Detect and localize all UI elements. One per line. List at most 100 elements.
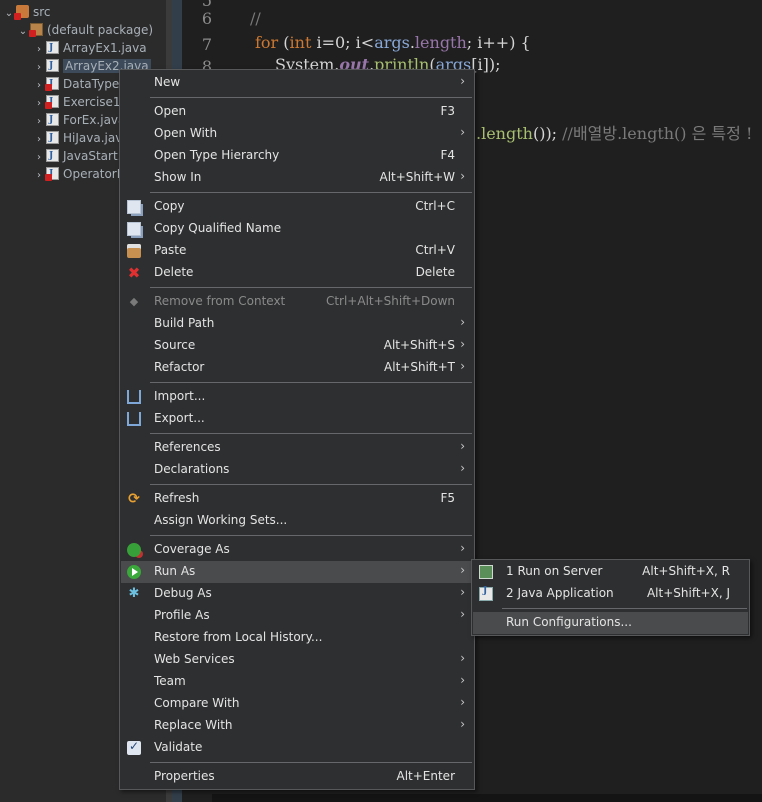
menu-item-shortcut: F3 — [440, 104, 455, 118]
menu-item-shortcut: Delete — [415, 265, 455, 279]
submenu-arrow-icon: › — [460, 717, 465, 731]
tree-item-javastart[interactable]: ›JavaStart. — [32, 147, 121, 165]
menu-item-shortcut: Ctrl+V — [415, 243, 455, 257]
code-field: length — [414, 33, 467, 52]
editor-horizontal-scrollbar[interactable] — [212, 794, 762, 802]
menu-item-new[interactable]: New › — [121, 72, 473, 94]
submenu-arrow-icon: › — [460, 673, 465, 687]
menu-item-export[interactable]: Export... — [121, 408, 473, 430]
menu-item-import[interactable]: Import... — [121, 386, 473, 408]
copy-icon — [127, 200, 141, 214]
tree-item-operatorex[interactable]: › OperatorE — [32, 165, 124, 183]
tree-item-label: HiJava.jav — [63, 131, 123, 145]
menu-item-references[interactable]: References › — [121, 437, 473, 459]
menu-item-refactor[interactable]: Refactor Alt+Shift+T › — [121, 357, 473, 379]
menu-item-assign-working-sets[interactable]: Assign Working Sets... — [121, 510, 473, 532]
submenu-item-run-on-server[interactable]: 1 Run on Server Alt+Shift+X, R — [473, 561, 748, 583]
submenu-arrow-icon: › — [460, 585, 465, 599]
tree-item-hijava[interactable]: ›HiJava.jav — [32, 129, 122, 147]
submenu-arrow-icon: › — [460, 169, 465, 183]
menu-item-compare-with[interactable]: Compare With › — [121, 693, 473, 715]
tree-item-label: src — [33, 5, 51, 19]
menu-item-label: 2 Java Application — [506, 586, 614, 600]
menu-item-open-with[interactable]: Open With › — [121, 123, 473, 145]
java-file-icon — [45, 165, 59, 183]
menu-item-shortcut: Alt+Shift+X, J — [646, 586, 730, 600]
code-method: .length — [476, 124, 533, 143]
tree-item-datatype[interactable]: ›DataType — [32, 75, 119, 93]
menu-item-coverage-as[interactable]: Coverage As › — [121, 539, 473, 561]
tree-item-label: ArrayEx1.java — [63, 41, 147, 55]
menu-item-declarations[interactable]: Declarations › — [121, 459, 473, 481]
menu-item-open[interactable]: Open F3 — [121, 101, 473, 123]
menu-item-label: Source — [154, 338, 196, 352]
menu-item-source[interactable]: Source Alt+Shift+S › — [121, 335, 473, 357]
debug-icon: ✱ — [128, 586, 140, 601]
code-text: i=0; i< — [311, 33, 375, 52]
menu-item-shortcut: Ctrl+Alt+Shift+Down — [325, 294, 455, 308]
menu-item-copy-qualified-name[interactable]: Copy Qualified Name — [121, 218, 473, 240]
tree-item-exercise1[interactable]: ›Exercise1. — [32, 93, 124, 111]
tree-item-forex[interactable]: ›ForEx.java — [32, 111, 125, 129]
java-file-icon — [45, 93, 59, 111]
submenu-arrow-icon: › — [460, 695, 465, 709]
menu-item-show-in[interactable]: Show In Alt+Shift+W › — [121, 167, 473, 189]
menu-item-label: Build Path — [154, 316, 215, 330]
menu-item-shortcut: Alt+Shift+W — [379, 170, 456, 184]
menu-item-label: 1 Run on Server — [506, 564, 603, 578]
menu-item-profile-as[interactable]: Profile As › — [121, 605, 473, 627]
code-text: ; i++) { — [466, 33, 531, 52]
submenu-arrow-icon: › — [460, 315, 465, 329]
menu-item-label: Profile As — [154, 608, 210, 622]
menu-item-shortcut: Alt+Shift+X, R — [642, 564, 730, 578]
submenu-item-java-application[interactable]: 2 Java Application Alt+Shift+X, J — [473, 583, 748, 605]
code-text: ()); — [532, 124, 563, 143]
menu-item-paste[interactable]: Paste Ctrl+V — [121, 240, 473, 262]
menu-item-open-type-hierarchy[interactable]: Open Type Hierarchy F4 — [121, 145, 473, 167]
export-icon — [127, 412, 141, 426]
tree-item-label: OperatorE — [63, 167, 125, 181]
tree-item-arrayex1[interactable]: ›ArrayEx1.java — [32, 39, 147, 57]
menu-item-label: Declarations — [154, 462, 230, 476]
menu-item-label: Web Services — [154, 652, 235, 666]
menu-item-label: Refactor — [154, 360, 205, 374]
menu-item-build-path[interactable]: Build Path › — [121, 313, 473, 335]
run-as-submenu: 1 Run on Server Alt+Shift+X, R 2 Java App… — [471, 559, 750, 636]
submenu-arrow-icon: › — [460, 337, 465, 351]
tree-item-src[interactable]: ⌄ src — [2, 3, 51, 21]
tree-item-label: Exercise1. — [63, 95, 125, 109]
java-file-icon — [46, 147, 59, 165]
submenu-arrow-icon: › — [460, 563, 465, 577]
package-icon — [29, 23, 43, 37]
menu-item-restore-local-history[interactable]: Restore from Local History... — [121, 627, 473, 649]
menu-separator — [150, 484, 472, 485]
menu-item-label: Show In — [154, 170, 202, 184]
menu-item-properties[interactable]: Properties Alt+Enter — [121, 766, 473, 788]
menu-item-label: Copy Qualified Name — [154, 221, 282, 235]
menu-item-run-as[interactable]: Run As › — [121, 561, 473, 583]
menu-separator — [150, 97, 472, 98]
menu-item-web-services[interactable]: Web Services › — [121, 649, 473, 671]
remove-context-icon: ◆ — [129, 295, 139, 308]
menu-item-replace-with[interactable]: Replace With › — [121, 715, 473, 737]
chevron-right-icon[interactable]: › — [32, 167, 46, 185]
menu-item-refresh[interactable]: ⟳ Refresh F5 — [121, 488, 473, 510]
submenu-item-run-configurations[interactable]: Run Configurations... — [473, 612, 748, 634]
menu-item-delete[interactable]: ✖ Delete Delete — [121, 262, 473, 284]
refresh-icon: ⟳ — [128, 491, 140, 507]
menu-item-label: Export... — [154, 411, 205, 425]
server-icon — [479, 565, 493, 579]
menu-item-team[interactable]: Team › — [121, 671, 473, 693]
menu-item-label: Refresh — [154, 491, 200, 505]
java-application-icon — [479, 586, 493, 601]
menu-item-debug-as[interactable]: ✱ Debug As › — [121, 583, 473, 605]
menu-item-label: Coverage As — [154, 542, 230, 556]
code-keyword: for — [255, 33, 279, 52]
tree-item-default-package[interactable]: ⌄ (default package) — [16, 21, 153, 39]
code-keyword: int — [289, 33, 312, 52]
chevron-down-icon[interactable]: ⌄ — [16, 23, 30, 41]
menu-item-copy[interactable]: Copy Ctrl+C — [121, 196, 473, 218]
menu-item-validate[interactable]: Validate — [121, 737, 473, 759]
menu-item-label: References — [154, 440, 221, 454]
menu-item-label: Run As — [154, 564, 196, 578]
